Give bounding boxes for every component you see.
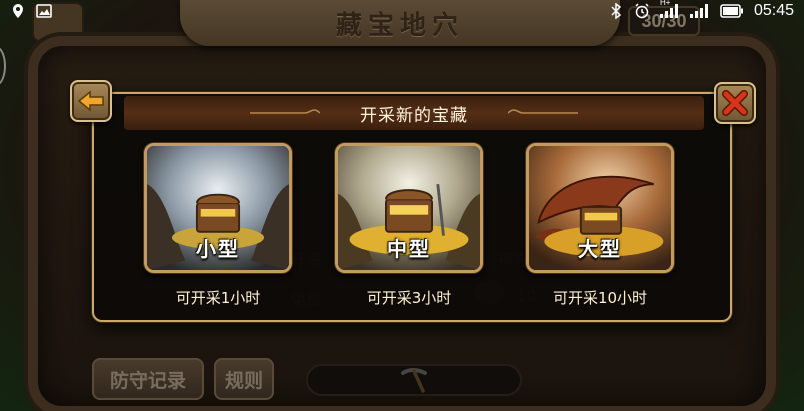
image-icon — [36, 4, 52, 18]
bluetooth-icon — [611, 3, 622, 19]
dialog-title: 开采新的宝藏 — [360, 105, 468, 126]
treasure-size-label: 大型 — [578, 237, 622, 261]
treasure-option-small[interactable]: 小型 — [144, 143, 292, 273]
location-pin-icon — [13, 4, 23, 18]
signal-icon — [689, 4, 708, 18]
close-x-icon — [722, 90, 748, 116]
mobile-signal: H+ — [659, 0, 680, 18]
duration-medium: 可开采3小时 — [366, 289, 452, 307]
back-arrow-icon — [77, 90, 104, 112]
clock: 05:45 — [753, 2, 794, 19]
treasure-size-label: 小型 — [196, 237, 240, 261]
dialog-header: 开采新的宝藏 — [124, 96, 704, 130]
alarm-icon — [635, 3, 649, 19]
dialog-back-button[interactable] — [70, 80, 112, 122]
battery-icon — [720, 4, 743, 18]
header-ornament-left — [250, 109, 320, 114]
network-type-label: H+ — [659, 0, 671, 7]
dialog-close-button[interactable] — [714, 82, 756, 124]
treasure-option-large[interactable]: 大型 — [526, 143, 674, 273]
treasure-size-label: 中型 — [387, 237, 431, 261]
duration-large: 可开采10小时 — [552, 289, 648, 307]
header-ornament-right — [508, 109, 578, 114]
treasure-option-medium[interactable]: 中型 — [335, 143, 483, 273]
duration-small: 可开采1小时 — [175, 289, 261, 307]
status-bar: H+ 05:45 — [0, 0, 804, 22]
